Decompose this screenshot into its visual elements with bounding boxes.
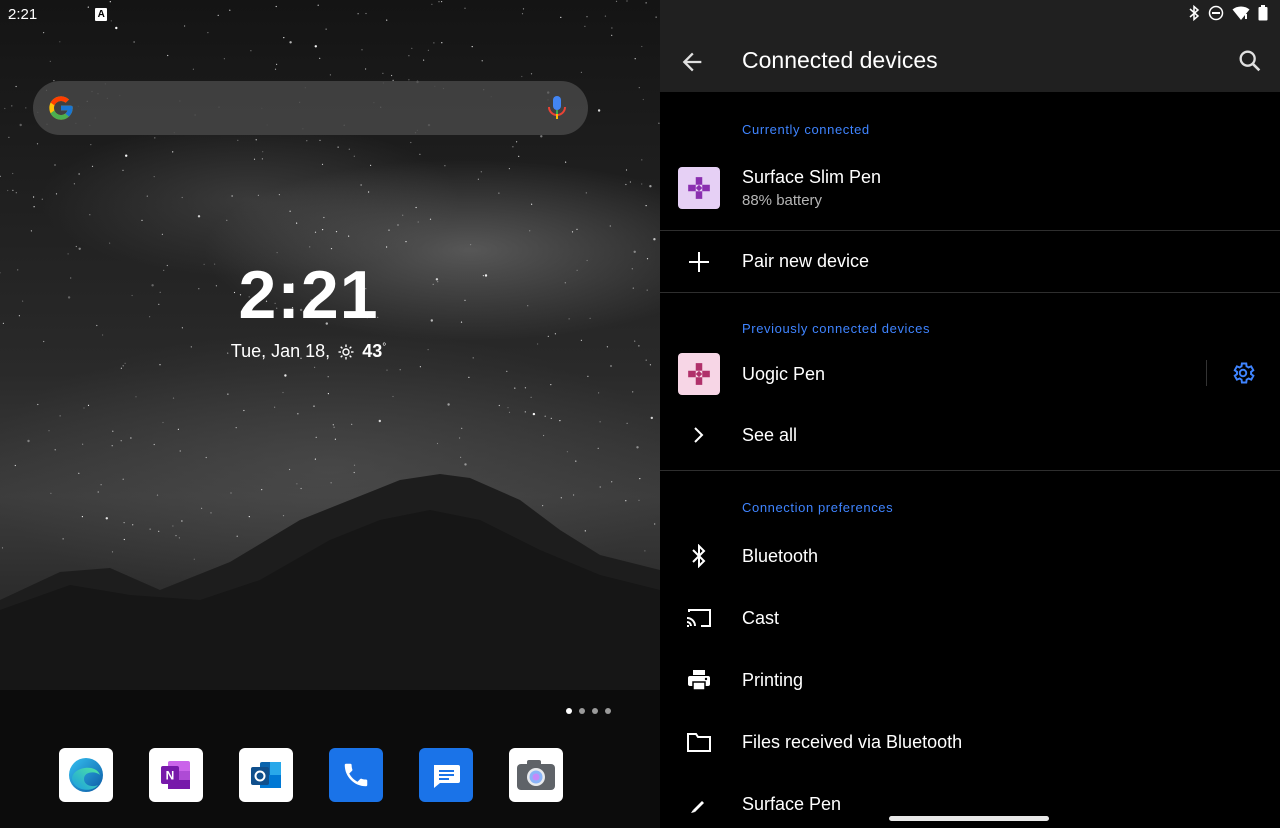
pen-icon xyxy=(691,801,704,813)
pref-label: Bluetooth xyxy=(742,545,819,566)
date-text: Tue, Jan 18, xyxy=(230,341,331,361)
device-row-uogic-pen[interactable]: Uogic Pen xyxy=(660,348,1280,400)
home-screen: 2:21 A 2:21 Tue, Jan 18, 43° N xyxy=(0,0,660,828)
date-weather[interactable]: Tue, Jan 18, 43° xyxy=(0,341,617,362)
temperature-text: 43° xyxy=(362,341,387,361)
pref-label: Files received via Bluetooth xyxy=(742,731,963,752)
status-time: 2:21 xyxy=(8,6,38,23)
device-text: Surface Slim Pen 88% battery xyxy=(742,167,881,209)
notification-badge-icon: A xyxy=(95,8,108,21)
device-icon-container xyxy=(678,167,720,209)
onenote-app[interactable]: N xyxy=(149,748,203,802)
home-clock[interactable]: 2:21 xyxy=(0,256,617,334)
pair-new-device-row[interactable]: Pair new device xyxy=(660,231,1280,292)
folder-icon xyxy=(687,733,711,752)
battery-icon xyxy=(1258,5,1268,21)
bluetooth-status-icon xyxy=(1189,5,1200,21)
pref-label: Surface Pen xyxy=(742,793,842,814)
outlook-icon xyxy=(251,762,281,788)
gear-icon[interactable] xyxy=(1230,360,1256,386)
pref-row-cast[interactable]: Cast xyxy=(660,587,1280,649)
printer-icon xyxy=(688,670,710,691)
chevron-right-icon xyxy=(694,427,704,443)
row-icon-container xyxy=(678,544,720,568)
pref-row-files-bluetooth[interactable]: Files received via Bluetooth xyxy=(660,711,1280,773)
row-icon-container xyxy=(678,668,720,692)
do-not-disturb-icon xyxy=(1208,5,1224,21)
google-search-bar[interactable] xyxy=(33,81,588,135)
page-dot xyxy=(605,708,611,714)
page-title: Connected devices xyxy=(742,47,938,73)
row-icon-container xyxy=(678,794,720,814)
see-all-label: See all xyxy=(742,424,798,445)
page-dot xyxy=(592,708,598,714)
search-icon[interactable] xyxy=(1236,47,1264,75)
camera-icon xyxy=(517,760,555,790)
bluetooth-icon xyxy=(692,544,706,568)
messages-icon xyxy=(434,765,460,788)
page-dot xyxy=(579,708,585,714)
page-indicator xyxy=(566,708,611,714)
app-bar: Connected devices xyxy=(660,0,1280,92)
row-icon-container xyxy=(678,607,720,629)
section-header-previous: Previously connected devices xyxy=(742,321,931,336)
status-bar-right xyxy=(1188,5,1268,21)
page-dot xyxy=(566,708,572,714)
pair-new-device-label: Pair new device xyxy=(742,251,870,271)
gamepad-icon xyxy=(678,353,720,395)
edge-app[interactable] xyxy=(59,748,113,802)
phone-app[interactable] xyxy=(329,748,383,802)
divider xyxy=(1206,360,1207,386)
device-battery: 88% battery xyxy=(742,192,823,209)
cast-icon xyxy=(686,609,711,627)
phone-icon xyxy=(344,763,368,787)
section-header-current: Currently connected xyxy=(742,122,870,137)
device-name: Uogic Pen xyxy=(742,363,826,384)
row-icon-container xyxy=(678,731,720,753)
messages-app[interactable] xyxy=(419,748,473,802)
section-header-preferences: Connection preferences xyxy=(742,500,894,515)
row-icon-container xyxy=(678,426,720,444)
plus-icon xyxy=(689,251,709,272)
see-all-row[interactable]: See all xyxy=(660,400,1280,470)
device-name: Surface Slim Pen xyxy=(742,167,882,187)
camera-app[interactable] xyxy=(509,748,563,802)
status-bar-left: 2:21 A xyxy=(8,6,108,23)
svg-text:N: N xyxy=(166,769,175,783)
connected-devices-settings: Connected devices Currently connected Su… xyxy=(660,0,1280,828)
wifi-icon xyxy=(1232,6,1250,20)
pref-row-printing[interactable]: Printing xyxy=(660,649,1280,711)
mic-icon[interactable] xyxy=(546,95,568,121)
device-row-surface-slim-pen[interactable]: Surface Slim Pen 88% battery xyxy=(660,146,1280,230)
edge-icon xyxy=(69,758,103,792)
back-arrow-icon[interactable] xyxy=(678,48,706,76)
onenote-icon: N xyxy=(161,761,190,789)
gamepad-icon xyxy=(678,167,720,209)
pref-label: Printing xyxy=(742,669,804,690)
sun-icon xyxy=(338,344,354,359)
google-logo-icon xyxy=(49,96,73,120)
outlook-app[interactable] xyxy=(239,748,293,802)
row-icon-container xyxy=(678,251,720,273)
device-icon-container xyxy=(678,353,720,395)
app-dock: N xyxy=(59,748,563,802)
pref-label: Cast xyxy=(742,607,780,628)
pref-row-bluetooth[interactable]: Bluetooth xyxy=(660,525,1280,587)
gesture-nav-handle[interactable] xyxy=(889,816,1049,821)
